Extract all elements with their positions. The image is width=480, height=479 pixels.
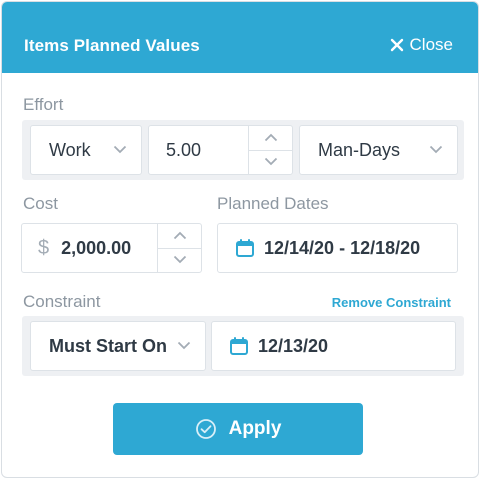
check-circle-icon (195, 418, 217, 440)
effort-decrement-button[interactable] (249, 149, 292, 175)
apply-button[interactable]: Apply (113, 403, 363, 455)
close-icon (390, 38, 404, 52)
effort-type-value: Work (49, 139, 91, 160)
calendar-icon (235, 238, 255, 258)
calendar-icon (229, 336, 249, 356)
planned-values-dialog: Items Planned Values Close Effort Work 5… (1, 1, 479, 478)
planned-dates-value: 12/14/20 - 12/18/20 (264, 237, 421, 258)
cost-stepper (157, 224, 201, 272)
currency-symbol: $ (38, 236, 50, 259)
effort-amount-input[interactable]: 5.00 (148, 125, 293, 175)
close-label: Close (409, 35, 453, 54)
effort-increment-button[interactable] (249, 126, 292, 150)
dialog-title: Items Planned Values (24, 36, 200, 55)
planned-dates-label: Planned Dates (217, 194, 329, 213)
constraint-date-value: 12/13/20 (258, 335, 329, 356)
chevron-down-icon (173, 251, 187, 269)
effort-unit-select[interactable]: Man-Days (299, 125, 458, 175)
effort-amount-value: 5.00 (166, 139, 202, 160)
chevron-down-icon (177, 337, 191, 355)
cost-input[interactable]: $ 2,000.00 (21, 223, 202, 273)
cost-decrement-button[interactable] (158, 247, 201, 273)
remove-constraint-link[interactable]: Remove Constraint (332, 295, 451, 310)
apply-label: Apply (228, 418, 282, 439)
chevron-up-icon (264, 129, 278, 147)
constraint-type-value: Must Start On (49, 335, 168, 356)
chevron-down-icon (264, 153, 278, 171)
effort-type-select[interactable]: Work (30, 125, 142, 175)
chevron-down-icon (113, 141, 127, 159)
effort-unit-value: Man-Days (318, 139, 401, 160)
effort-label: Effort (23, 95, 64, 114)
cost-increment-button[interactable] (158, 224, 201, 248)
dialog-header: Items Planned Values Close (2, 2, 478, 73)
effort-amount-stepper (248, 126, 292, 174)
cost-label: Cost (23, 194, 58, 213)
constraint-type-select[interactable]: Must Start On (30, 321, 206, 371)
constraint-label: Constraint (23, 292, 101, 311)
constraint-date-input[interactable]: 12/13/20 (211, 321, 456, 371)
chevron-up-icon (173, 227, 187, 245)
chevron-down-icon (429, 141, 443, 159)
planned-dates-input[interactable]: 12/14/20 - 12/18/20 (217, 223, 458, 273)
close-button[interactable]: Close (390, 35, 453, 55)
cost-amount-value: 2,000.00 (61, 237, 132, 258)
